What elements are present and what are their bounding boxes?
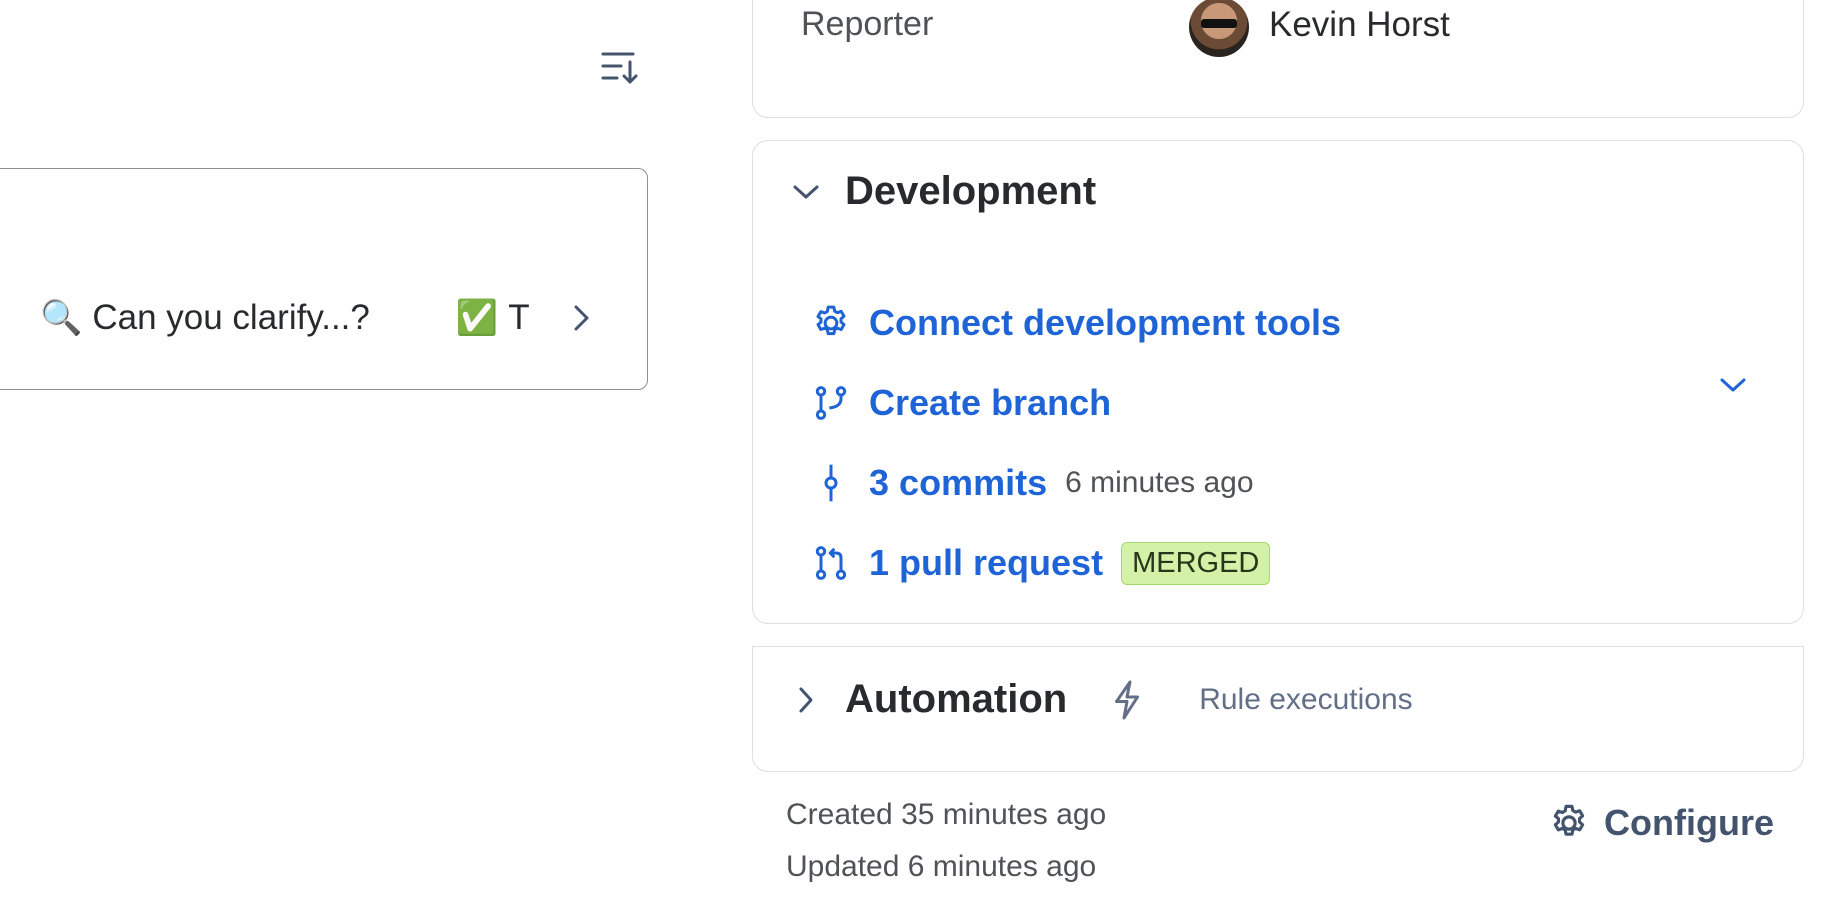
- commits-row: 3 commits 6 minutes ago: [809, 455, 1254, 511]
- chevron-down-icon: [1720, 378, 1746, 392]
- sort-activity-button[interactable]: [592, 40, 648, 96]
- automation-title: Automation: [845, 677, 1068, 721]
- reporter-label: Reporter: [801, 5, 934, 43]
- issue-view: 🔍 Can you clarify...? ✅ T Reporter Kevin…: [0, 0, 1840, 900]
- chevron-right-icon: [574, 305, 589, 331]
- pull-request-row: 1 pull request MERGED: [809, 535, 1271, 591]
- quick-replies-row: 🔍 Can you clarify...? ✅ T: [40, 290, 530, 346]
- gear-icon: [1553, 804, 1585, 836]
- pull-request-icon: [809, 541, 853, 585]
- automation-header: Automation Rule executions: [789, 677, 1413, 722]
- development-panel: Development Connect development tools Cr…: [752, 140, 1804, 624]
- magnifier-icon: 🔍: [40, 299, 83, 337]
- connect-dev-tools-link[interactable]: Connect development tools: [869, 302, 1341, 344]
- rule-executions-link[interactable]: Rule executions: [1199, 683, 1412, 717]
- quick-reply-clarify[interactable]: 🔍 Can you clarify...?: [40, 298, 370, 338]
- quick-replies-next-button[interactable]: [562, 296, 602, 340]
- commits-label: commits: [899, 462, 1048, 503]
- quick-reply-next[interactable]: ✅ T: [456, 298, 530, 338]
- create-branch: Create branch: [809, 375, 1111, 431]
- create-branch-dropdown[interactable]: [1713, 365, 1753, 405]
- quick-reply-next-label: T: [508, 298, 530, 337]
- updated-timestamp: Updated 6 minutes ago: [786, 850, 1097, 883]
- quick-replies-card: [0, 168, 648, 390]
- automation-panel: Automation Rule executions: [752, 646, 1804, 772]
- details-card: Reporter Kevin Horst: [752, 0, 1804, 118]
- chevron-down-icon: [793, 185, 819, 198]
- commits-time: 6 minutes ago: [1065, 466, 1254, 499]
- quick-reply-clarify-label: Can you clarify...?: [92, 298, 370, 337]
- development-toggle[interactable]: [789, 175, 823, 209]
- lightning-icon: [1107, 680, 1147, 720]
- configure-label: Configure: [1604, 802, 1774, 843]
- commits-count: 3: [869, 462, 890, 503]
- connect-dev-tools: Connect development tools: [809, 295, 1341, 351]
- reporter-name[interactable]: Kevin Horst: [1269, 5, 1450, 45]
- commits-link[interactable]: 3 commits: [869, 462, 1047, 504]
- configure-button[interactable]: Configure: [1548, 796, 1774, 850]
- pull-request-link[interactable]: 1 pull request: [869, 542, 1103, 584]
- commit-icon: [809, 461, 853, 505]
- development-title: Development: [845, 169, 1097, 213]
- development-header: Development: [789, 169, 1096, 214]
- chevron-right-icon: [799, 687, 813, 712]
- branch-icon: [809, 381, 853, 425]
- avatar[interactable]: [1189, 0, 1249, 57]
- automation-toggle[interactable]: [789, 683, 823, 717]
- sort-icon: [601, 52, 638, 84]
- create-branch-link[interactable]: Create branch: [869, 382, 1111, 424]
- gear-icon: [809, 301, 853, 345]
- status-badge: MERGED: [1121, 541, 1271, 585]
- check-mark-icon: ✅: [455, 299, 499, 337]
- created-timestamp: Created 35 minutes ago: [786, 798, 1107, 831]
